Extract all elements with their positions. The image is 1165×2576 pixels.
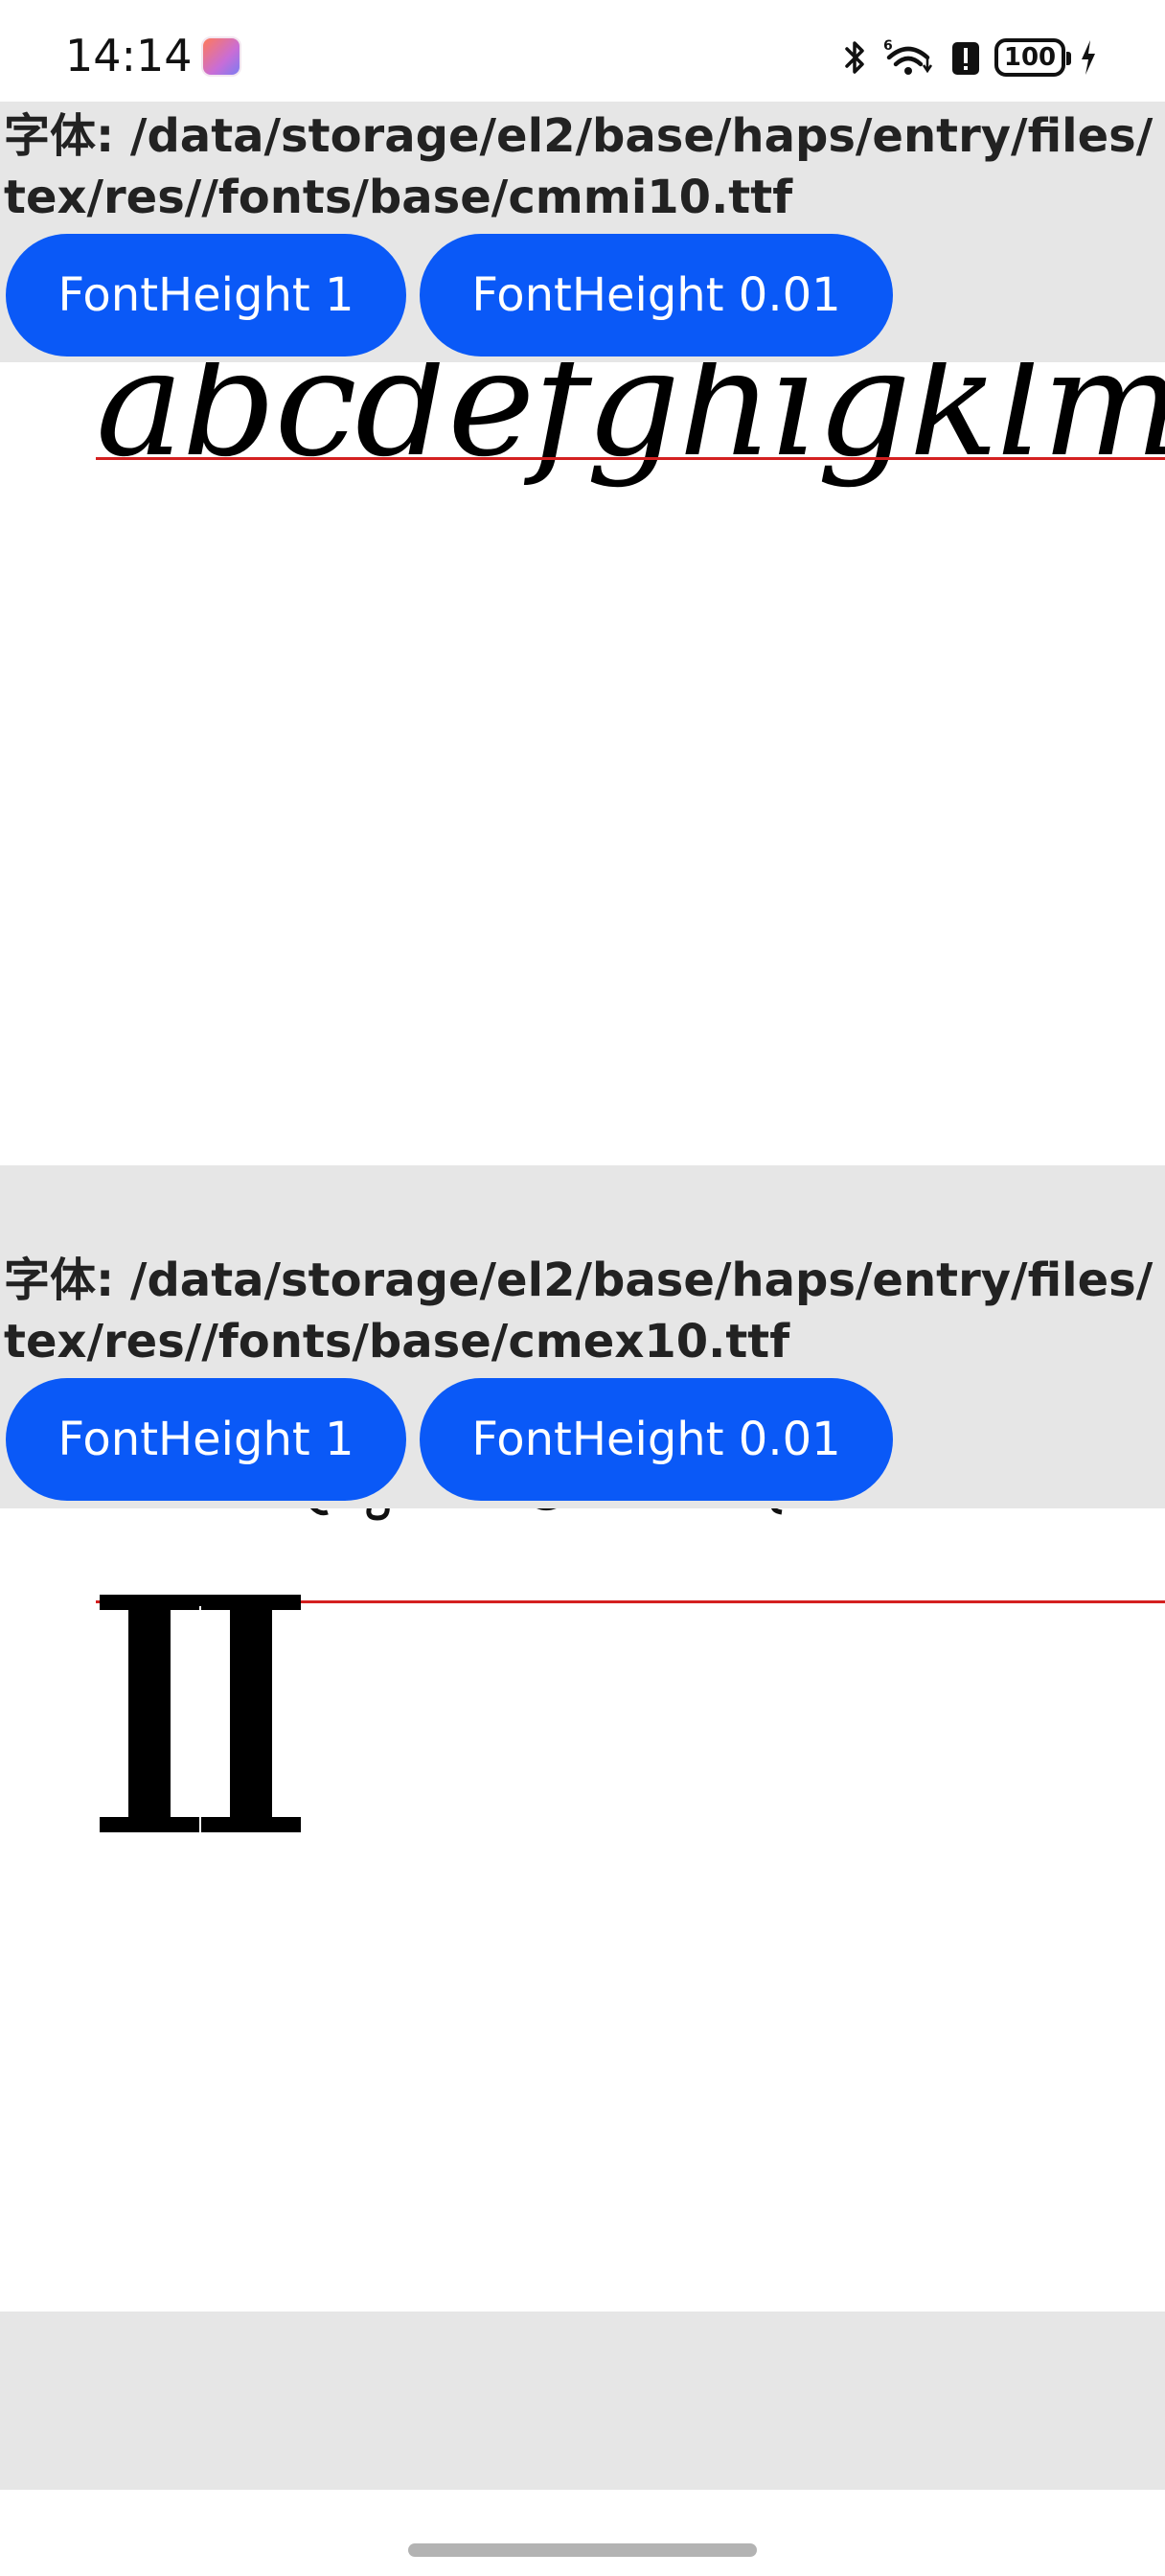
font-preview-1: abcdefghigklmn [0, 362, 1165, 1165]
button-row: FontHeight 1 FontHeight 0.01 [6, 1378, 893, 1501]
font-preview-2 [0, 1508, 1165, 2312]
status-time: 14:14 [65, 30, 193, 81]
bottom-gray-band [0, 2312, 1165, 2490]
button-row: FontHeight 1 FontHeight 0.01 [6, 234, 893, 356]
app-notification-icon [201, 36, 241, 77]
font-section-header-2: 字体: /data/storage/el2/base/haps/entry/fi… [0, 1165, 1165, 1508]
font-path-label: 字体: /data/storage/el2/base/haps/entry/fi… [4, 109, 1154, 224]
alert-icon [950, 38, 981, 77]
clipped-glyph-marks [309, 1508, 783, 1521]
status-icons: 6 100 [841, 34, 1098, 80]
font-sample-text: abcdefghigklmn [96, 362, 1165, 490]
charging-icon [1079, 38, 1098, 77]
battery-indicator: 100 [994, 38, 1071, 77]
home-indicator[interactable] [408, 2543, 757, 2557]
bluetooth-icon [841, 38, 868, 77]
wifi-icon: 6 [881, 36, 937, 79]
font-height-0.01-button[interactable]: FontHeight 0.01 [420, 1378, 893, 1501]
font-height-1-button[interactable]: FontHeight 1 [6, 234, 406, 356]
font-sample-glyph [100, 1595, 301, 1832]
font-section-header-1: 字体: /data/storage/el2/base/haps/entry/fi… [0, 102, 1165, 362]
navigation-bar [0, 2490, 1165, 2576]
svg-text:6: 6 [883, 38, 893, 54]
status-bar: 14:14 6 100 [0, 0, 1165, 102]
font-path-label: 字体: /data/storage/el2/base/haps/entry/fi… [4, 1254, 1154, 1368]
font-height-0.01-button[interactable]: FontHeight 0.01 [420, 234, 893, 356]
font-height-1-button[interactable]: FontHeight 1 [6, 1378, 406, 1501]
baseline-line [96, 457, 1165, 460]
